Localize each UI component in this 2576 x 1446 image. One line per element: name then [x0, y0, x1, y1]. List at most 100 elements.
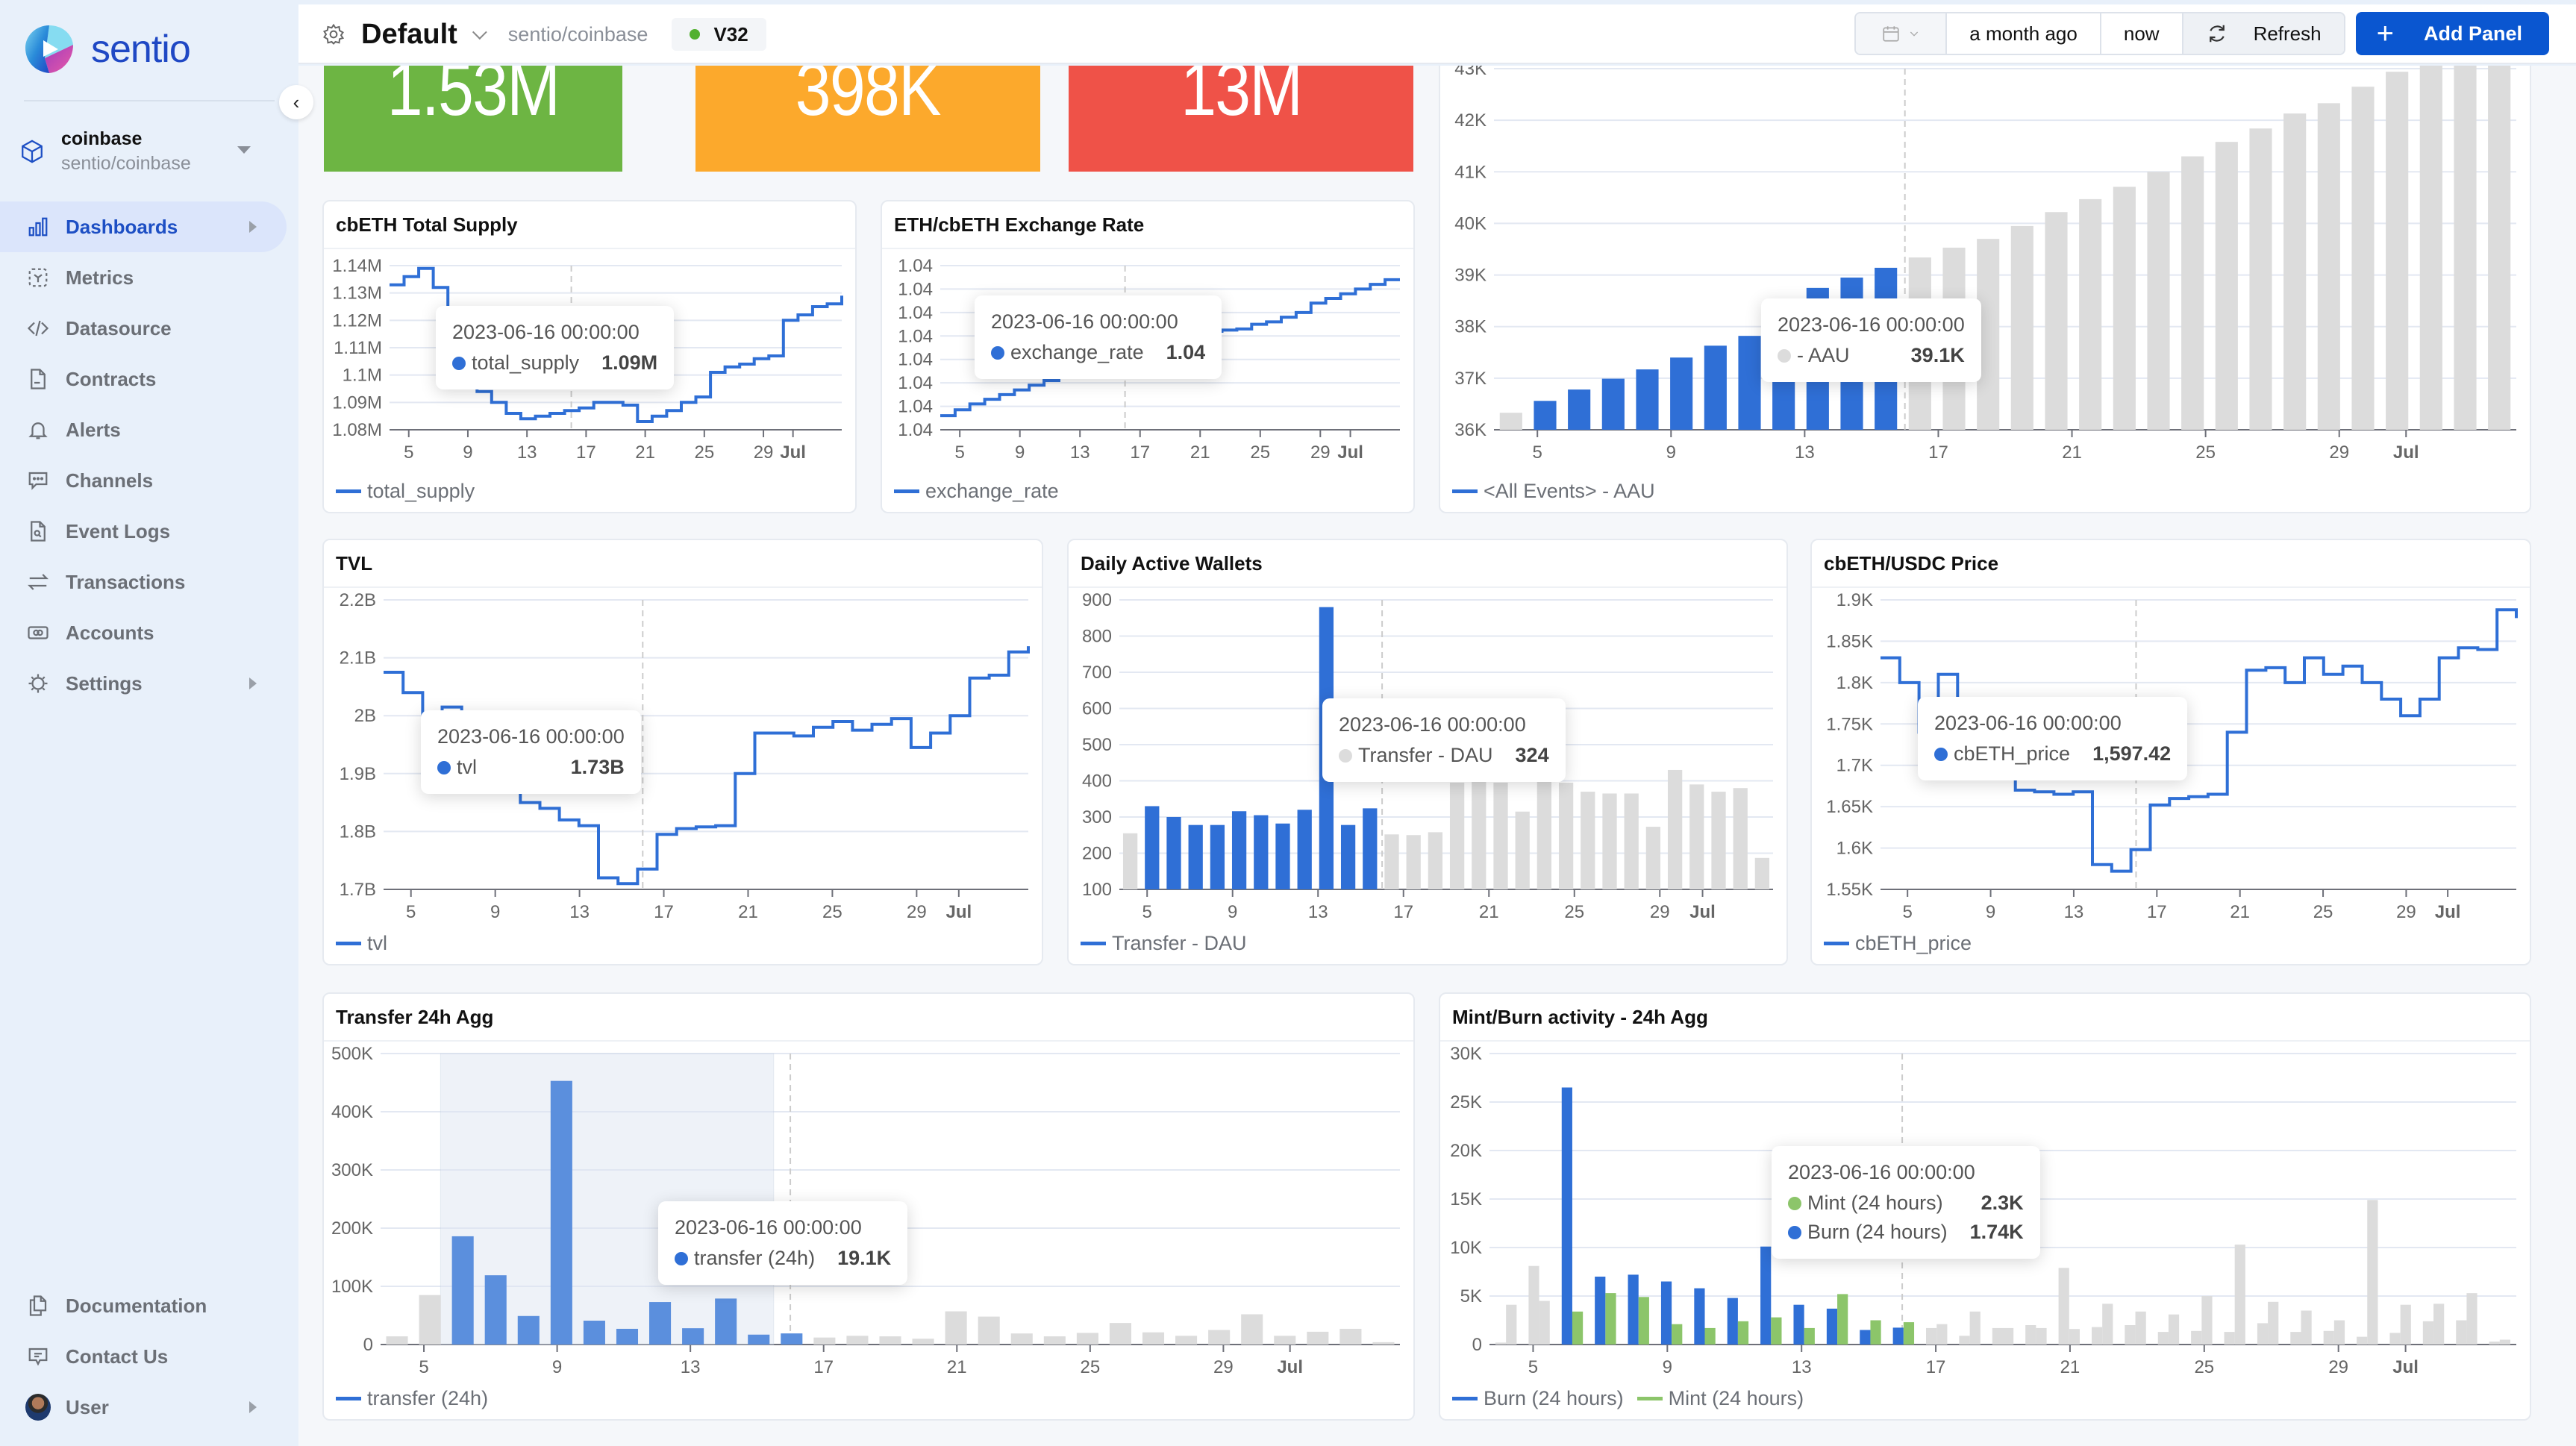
bar-mint-24-hours-[interactable]	[2102, 1303, 2113, 1345]
stat-panel[interactable]: 13M	[1069, 66, 1413, 172]
bar-transfer-24h-[interactable]	[1274, 1336, 1296, 1345]
bar-burn-24-hours-[interactable]	[2389, 1333, 2401, 1345]
bar-mint-24-hours-[interactable]	[1804, 1327, 1815, 1345]
bar-transfer-dau[interactable]	[1624, 793, 1639, 889]
bar--all-events-aau[interactable]	[2147, 172, 2170, 431]
bar-transfer-dau[interactable]	[1581, 792, 1595, 889]
bar-transfer-24h-[interactable]	[649, 1302, 672, 1345]
bar-transfer-dau[interactable]	[1275, 823, 1290, 889]
bar-transfer-dau[interactable]	[1558, 782, 1574, 889]
bar-burn-24-hours-[interactable]	[1561, 1087, 1572, 1345]
bar--all-events-aau[interactable]	[2215, 142, 2238, 430]
stat-panel[interactable]: 398K	[695, 66, 1040, 172]
bar-transfer-dau[interactable]	[1297, 810, 1312, 889]
aau-chart[interactable]: 36K 37K 38K 39K 40K 41K 42K 43K 5 9 13 17 21 25 29 Jul	[1440, 66, 2530, 512]
bar-burn-24-hours-[interactable]	[2357, 1336, 2368, 1345]
bar--all-events-aau[interactable]	[2419, 66, 2442, 430]
bar--all-events-aau[interactable]	[1601, 378, 1625, 430]
panel-exchange-rate[interactable]: ETH/cbETH Exchange Rate 1.04 1.04 1.04 1.04…	[881, 200, 1415, 513]
bar-mint-24-hours-[interactable]	[2135, 1311, 2146, 1345]
bar-transfer-dau[interactable]	[1166, 817, 1181, 889]
bar-transfer-24h-[interactable]	[1109, 1323, 1131, 1345]
project-selector[interactable]: coinbase sentio/coinbase	[19, 125, 273, 178]
bar--all-events-aau[interactable]	[2488, 66, 2511, 430]
gear-icon[interactable]	[322, 23, 345, 46]
bar-transfer-dau[interactable]	[1602, 793, 1617, 889]
bar-mint-24-hours-[interactable]	[1539, 1301, 1550, 1345]
bar-transfer-dau[interactable]	[1188, 824, 1203, 889]
bar-burn-24-hours-[interactable]	[1860, 1330, 1871, 1345]
range-from-input[interactable]: a month ago	[1947, 13, 2101, 54]
bar-mint-24-hours-[interactable]	[1605, 1293, 1616, 1345]
sidebar-item-contracts[interactable]: Contracts	[0, 354, 287, 404]
bar-burn-24-hours-[interactable]	[2422, 1321, 2434, 1345]
bar-transfer-dau[interactable]	[1515, 811, 1530, 889]
bar--all-events-aau[interactable]	[2283, 113, 2307, 430]
refresh-button[interactable]: Refresh	[2183, 13, 2344, 54]
bar-transfer-24h-[interactable]	[1142, 1332, 1165, 1345]
bar-mint-24-hours-[interactable]	[2003, 1327, 2014, 1345]
bar-transfer-dau[interactable]	[1340, 824, 1356, 889]
bar-burn-24-hours-[interactable]	[2091, 1327, 2103, 1345]
bar-transfer-dau[interactable]	[1472, 780, 1486, 890]
legend-item[interactable]: transfer (24h)	[336, 1387, 488, 1410]
stat-panel[interactable]: 1.53M	[324, 66, 622, 172]
panel-mint-burn[interactable]: Mint/Burn activity - 24h Agg 0 5K 10K 15K 20…	[1439, 992, 2531, 1421]
sidebar-item-accounts[interactable]: Accounts	[0, 607, 287, 658]
bar-transfer-24h-[interactable]	[682, 1328, 704, 1345]
bar-burn-24-hours-[interactable]	[1793, 1304, 1804, 1345]
legend-item[interactable]: Burn (24 hours)	[1452, 1387, 1624, 1410]
bar-transfer-dau[interactable]	[1645, 827, 1661, 889]
bar-transfer-dau[interactable]	[1733, 788, 1748, 889]
bar-transfer-24h-[interactable]	[1372, 1342, 1395, 1345]
legend-item[interactable]: exchange_rate	[894, 480, 1059, 503]
bar-transfer-dau[interactable]	[1145, 806, 1160, 889]
bar-transfer-24h-[interactable]	[846, 1336, 869, 1345]
bar-transfer-24h-[interactable]	[484, 1275, 507, 1345]
bar-mint-24-hours-[interactable]	[2201, 1296, 2213, 1345]
bar-burn-24-hours-[interactable]	[1660, 1281, 1672, 1345]
project-path-label[interactable]: sentio/coinbase	[508, 23, 648, 46]
panel-cbeth-usdc-price[interactable]: cbETH/USDC Price 1.55K 1.6K 1.65K 1.7K 1.75K…	[1810, 539, 2531, 965]
bar-transfer-24h-[interactable]	[1339, 1328, 1362, 1345]
bar-burn-24-hours-[interactable]	[1959, 1336, 1970, 1345]
bar-transfer-24h-[interactable]	[748, 1334, 770, 1345]
bar-transfer-dau[interactable]	[1210, 824, 1225, 889]
bar-burn-24-hours-[interactable]	[2191, 1330, 2202, 1345]
bar-transfer-24h-[interactable]	[781, 1333, 803, 1345]
bar-transfer-24h-[interactable]	[517, 1315, 540, 1345]
bar-transfer-24h-[interactable]	[583, 1321, 605, 1345]
panel-daily-active-wallets[interactable]: Daily Active Wallets 100 200 300 400 500 600 7…	[1067, 539, 1788, 965]
bar-burn-24-hours-[interactable]	[1628, 1274, 1639, 1345]
bar--all-events-aau[interactable]	[1568, 389, 1591, 430]
collapse-sidebar-button[interactable]: ‹	[279, 85, 313, 119]
bar-transfer-24h-[interactable]	[451, 1236, 474, 1345]
bar-mint-24-hours-[interactable]	[2234, 1245, 2245, 1345]
bar-transfer-24h-[interactable]	[386, 1336, 408, 1345]
bar--all-events-aau[interactable]	[2181, 156, 2204, 431]
bar--all-events-aau[interactable]	[2010, 225, 2033, 430]
bar-mint-24-hours-[interactable]	[2466, 1293, 2477, 1345]
sidebar-item-datasource[interactable]: Datasource	[0, 303, 287, 354]
version-badge[interactable]: V32	[672, 18, 766, 51]
bar-mint-24-hours-[interactable]	[2433, 1303, 2445, 1345]
bar-transfer-24h-[interactable]	[879, 1336, 901, 1345]
bar--all-events-aau[interactable]	[2079, 198, 2102, 430]
bar--all-events-aau[interactable]	[1499, 413, 1522, 430]
bar-burn-24-hours-[interactable]	[2489, 1342, 2500, 1345]
bar-burn-24-hours-[interactable]	[1826, 1308, 1838, 1345]
bar-burn-24-hours-[interactable]	[1495, 1342, 1507, 1345]
bar-transfer-dau[interactable]	[1754, 857, 1770, 889]
bar-mint-24-hours-[interactable]	[1672, 1324, 1683, 1345]
bar-transfer-24h-[interactable]	[978, 1316, 1000, 1345]
bar-mint-24-hours-[interactable]	[1870, 1320, 1881, 1345]
bar-burn-24-hours-[interactable]	[2058, 1268, 2069, 1345]
sidebar-item-channels[interactable]: Channels	[0, 455, 287, 506]
dashboard-title[interactable]: Default	[361, 19, 457, 51]
bar-mint-24-hours-[interactable]	[1969, 1311, 1981, 1345]
bar-transfer-dau[interactable]	[1689, 784, 1704, 889]
bar-mint-24-hours-[interactable]	[2333, 1320, 2345, 1345]
bar-transfer-24h-[interactable]	[1175, 1336, 1198, 1345]
bar-mint-24-hours-[interactable]	[2268, 1301, 2279, 1345]
bar-transfer-24h-[interactable]	[912, 1339, 934, 1345]
